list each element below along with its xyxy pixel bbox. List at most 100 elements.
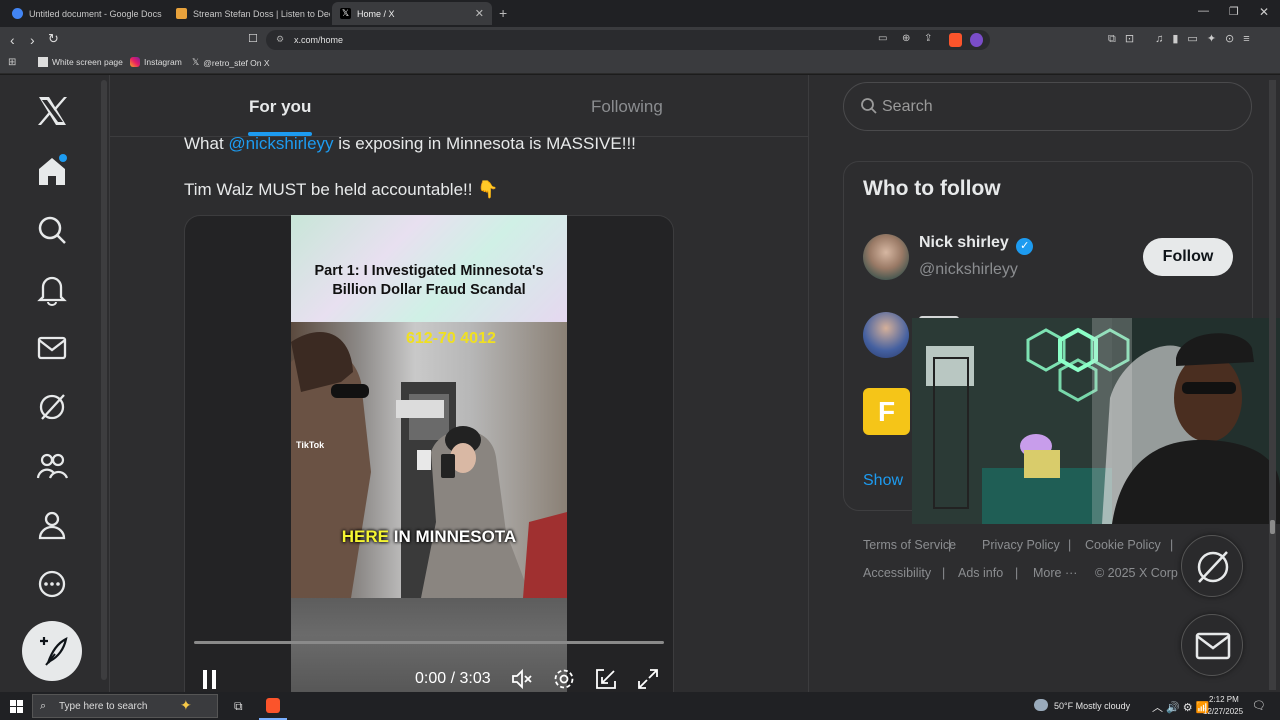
bookmark-instagram[interactable]: Instagram — [130, 57, 182, 67]
x-icon: 𝕏 — [340, 8, 351, 19]
overlay-rest: IN MINNESOTA — [389, 527, 517, 546]
user-name: Nick shirley — [919, 234, 1009, 251]
footer-accessibility[interactable]: Accessibility — [863, 566, 931, 580]
avatar[interactable] — [863, 234, 909, 280]
who-to-follow-title: Who to follow — [863, 177, 1001, 200]
tab-google-docs[interactable]: Untitled document - Google Docs — [4, 2, 166, 25]
url-text: x.com/home — [294, 35, 344, 45]
suggestion-name[interactable]: Nick shirley ✓ — [919, 234, 1034, 255]
close-icon[interactable]: ✕ — [475, 7, 484, 20]
grok-floating-button[interactable] — [1181, 535, 1243, 597]
home-icon[interactable] — [34, 153, 70, 189]
brave-taskbar-button[interactable] — [259, 693, 287, 720]
stream-icon — [176, 8, 187, 19]
pause-icon[interactable] — [198, 667, 222, 691]
browser-tab-bar: Untitled document - Google Docs Stream S… — [0, 0, 1280, 27]
brave-icon — [266, 698, 280, 713]
page-scrollbar[interactable] — [1269, 80, 1276, 690]
mute-icon[interactable] — [510, 667, 534, 691]
tab-following[interactable]: Following — [591, 97, 663, 117]
task-view-icon[interactable]: ⧉ — [234, 699, 243, 714]
extensions-icons[interactable]: ⧉⊡ ♫▮▭✦⊙≡ — [1108, 32, 1259, 46]
site-info-icon[interactable]: ⚙ — [276, 34, 284, 45]
tab-title: Home / X — [357, 8, 395, 19]
windows-start-icon[interactable] — [10, 700, 23, 713]
communities-icon[interactable] — [34, 448, 70, 484]
webcam-overlay — [912, 318, 1280, 524]
footer-terms[interactable]: Terms of Service — [863, 538, 956, 552]
footer-cookie[interactable]: Cookie Policy — [1085, 538, 1161, 552]
grok-icon[interactable] — [34, 389, 70, 425]
show-more-link[interactable]: Show — [863, 472, 903, 490]
footer-divider: | — [948, 538, 952, 552]
left-scrollbar[interactable] — [101, 80, 107, 680]
explore-icon[interactable] — [34, 212, 70, 248]
page-icon — [38, 57, 48, 67]
bookmark-retro-stef[interactable]: 𝕏 @retro_stef On X — [192, 57, 270, 68]
bookmark-label: Instagram — [144, 57, 182, 67]
footer-ads-info[interactable]: Ads info — [958, 566, 1003, 580]
footer-privacy[interactable]: Privacy Policy — [982, 538, 1060, 552]
post-button[interactable] — [22, 621, 82, 681]
apps-grid-icon[interactable]: ⊞ — [8, 57, 16, 68]
tab-for-you[interactable]: For you — [249, 97, 311, 117]
footer-divider: | — [1170, 538, 1174, 552]
system-tray-icons[interactable]: ︿ 🔊 ⚙ 📶 — [1152, 699, 1209, 715]
bookmark-icon[interactable]: ☐ — [248, 32, 258, 45]
zoom-icon[interactable]: ⊕ — [902, 33, 910, 44]
video-overlay-text: HERE IN MINNESOTA — [300, 527, 558, 547]
close-window-button[interactable]: ✕ — [1259, 5, 1269, 19]
reload-icon[interactable]: ↻ — [48, 31, 59, 47]
x-logo-icon[interactable] — [34, 93, 70, 129]
more-icon[interactable] — [34, 566, 70, 602]
messages-floating-button[interactable] — [1181, 614, 1243, 676]
video-scene — [291, 322, 567, 598]
weather-icon — [1034, 699, 1048, 711]
video-scene-illustration — [291, 332, 567, 598]
avatar[interactable] — [863, 312, 909, 358]
messages-icon[interactable] — [34, 330, 70, 366]
page-scrollbar-thumb[interactable] — [1270, 520, 1275, 534]
bookmark-label: @retro_stef On X — [203, 57, 270, 68]
tab-title: Stream Stefan Doss | Listen to Decem — [193, 8, 330, 19]
bookmark-white-screen[interactable]: White screen page — [38, 57, 123, 67]
tiktok-watermark: TikTok — [296, 440, 325, 450]
mail-icon — [1195, 632, 1231, 660]
active-tab-indicator — [248, 132, 312, 136]
new-tab-button[interactable]: + — [499, 5, 507, 21]
minimize-button[interactable]: — — [1198, 5, 1209, 17]
tab-stream[interactable]: Stream Stefan Doss | Listen to Decem — [168, 2, 330, 25]
footer-divider: | — [942, 566, 946, 580]
video-timecode: 0:00 / 3:03 — [415, 670, 491, 687]
notifications-icon[interactable] — [34, 271, 70, 307]
notification-icon[interactable]: 🗨 — [1252, 699, 1266, 712]
follow-button[interactable]: Follow — [1143, 238, 1233, 276]
brave-shield-icon[interactable] — [949, 33, 962, 47]
profile-icon[interactable] — [34, 507, 70, 543]
back-icon[interactable]: ‹ — [10, 32, 15, 48]
search-icon — [860, 97, 878, 115]
tab-x-home[interactable]: 𝕏 Home / X ✕ — [332, 2, 492, 25]
sparkle-icon: ✦ — [180, 697, 192, 713]
weather-text[interactable]: 50°F Mostly cloudy — [1054, 701, 1130, 711]
search-placeholder: Search — [882, 98, 933, 115]
clock-time[interactable]: 2:12 PM — [1209, 695, 1239, 704]
video-progress-bar[interactable] — [194, 641, 664, 644]
settings-icon[interactable] — [552, 667, 576, 691]
x-icon: 𝕏 — [192, 57, 200, 67]
feed-tabs — [110, 75, 808, 137]
webcam-scene — [912, 318, 1280, 524]
clock-date[interactable]: 12/27/2025 — [1203, 707, 1243, 716]
picture-in-picture-icon[interactable] — [594, 667, 618, 691]
fullscreen-icon[interactable] — [636, 667, 660, 691]
share-icon[interactable]: ⇪ — [924, 33, 932, 44]
footer-more[interactable]: More ··· — [1033, 566, 1077, 580]
taskbar-search-placeholder: Type here to search — [59, 700, 148, 712]
phone-number-sign: 612-70 4012 — [406, 330, 496, 347]
brand-avatar[interactable]: F — [863, 388, 910, 435]
brave-rewards-icon[interactable] — [970, 33, 983, 47]
restore-button[interactable]: ❐ — [1229, 5, 1239, 18]
cast-icon[interactable]: ▭ — [878, 33, 887, 44]
forward-icon[interactable]: › — [30, 32, 35, 48]
post-text-line2: Tim Walz MUST be held accountable!! 👇 — [184, 180, 499, 199]
